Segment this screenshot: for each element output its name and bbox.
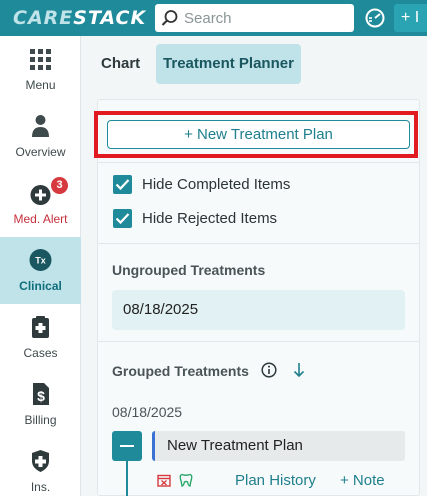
shield-plus-icon (32, 450, 49, 472)
search-placeholder: Search (184, 10, 232, 27)
sidebar-item-insurance[interactable]: Ins. (0, 438, 81, 496)
svg-text:$: $ (37, 388, 45, 404)
plus-circle-icon (30, 185, 51, 205)
global-search[interactable]: Search (155, 4, 354, 32)
sidebar-item-cases[interactable]: Cases (0, 304, 81, 371)
sidebar-item-label: Ins. (30, 480, 51, 494)
info-icon[interactable] (261, 362, 277, 378)
grid-icon (30, 49, 51, 70)
carestack-logo[interactable]: CARESTACK (13, 7, 146, 29)
grouped-date: 08/18/2025 (112, 404, 183, 420)
dashboard-gauge-icon[interactable] (364, 7, 386, 29)
divider (97, 243, 420, 244)
plan-history-link[interactable]: Plan History (235, 472, 316, 489)
add-note-link[interactable]: + Note (340, 472, 385, 489)
left-sidebar: Menu Overview 3 Med. Alert Tx Clinical C… (0, 36, 81, 496)
minus-icon (120, 445, 134, 447)
sidebar-item-med-alert[interactable]: 3 Med. Alert (0, 170, 81, 237)
sidebar-item-clinical[interactable]: Tx Clinical (0, 237, 81, 304)
group-connector-line (126, 461, 128, 496)
dollar-doc-icon: $ (33, 383, 49, 405)
tooth-icon[interactable] (179, 473, 193, 487)
collapse-group-button[interactable] (112, 431, 142, 461)
sidebar-item-label: Med. Alert (13, 212, 68, 226)
check-icon (115, 179, 130, 191)
tab-chart[interactable]: Chart (101, 55, 140, 72)
hide-completed-label[interactable]: Hide Completed Items (142, 176, 290, 193)
tx-icon: Tx (29, 249, 52, 271)
tab-treatment-planner[interactable]: Treatment Planner (156, 44, 301, 84)
clipboard-plus-icon (32, 316, 49, 338)
sidebar-item-label: Billing (24, 413, 57, 427)
chart-tabs: Chart Treatment Planner (82, 36, 427, 92)
hide-rejected-label[interactable]: Hide Rejected Items (142, 210, 277, 227)
sidebar-item-billing[interactable]: $ Billing (0, 371, 81, 438)
sidebar-item-overview[interactable]: Overview (0, 103, 81, 170)
person-icon (32, 115, 49, 137)
sidebar-item-label: Menu (25, 78, 56, 92)
hide-rejected-checkbox[interactable] (113, 209, 132, 228)
treatment-plan-row[interactable]: New Treatment Plan (152, 431, 405, 461)
divider (97, 341, 420, 342)
quick-add-button[interactable]: + I (394, 4, 427, 32)
calendar-x-icon[interactable] (157, 473, 171, 487)
sidebar-item-label: Overview (15, 145, 66, 159)
search-icon (161, 10, 178, 26)
ungrouped-treatments-title: Ungrouped Treatments (112, 262, 266, 278)
sidebar-item-label: Clinical (19, 279, 62, 293)
tx-icon-text: Tx (35, 256, 46, 266)
check-icon (115, 213, 130, 225)
grouped-treatments-title: Grouped Treatments (112, 363, 249, 379)
sort-down-arrow-icon[interactable] (292, 362, 306, 378)
highlight-box (94, 111, 418, 158)
alert-count-badge: 3 (51, 177, 68, 194)
ungrouped-date-row[interactable]: 08/18/2025 (112, 290, 405, 330)
hide-completed-checkbox[interactable] (113, 175, 132, 194)
divider (97, 162, 420, 163)
top-bar: CARESTACK Search + I (0, 0, 427, 36)
sidebar-item-label: Cases (23, 346, 58, 360)
sidebar-item-menu[interactable]: Menu (0, 36, 81, 103)
